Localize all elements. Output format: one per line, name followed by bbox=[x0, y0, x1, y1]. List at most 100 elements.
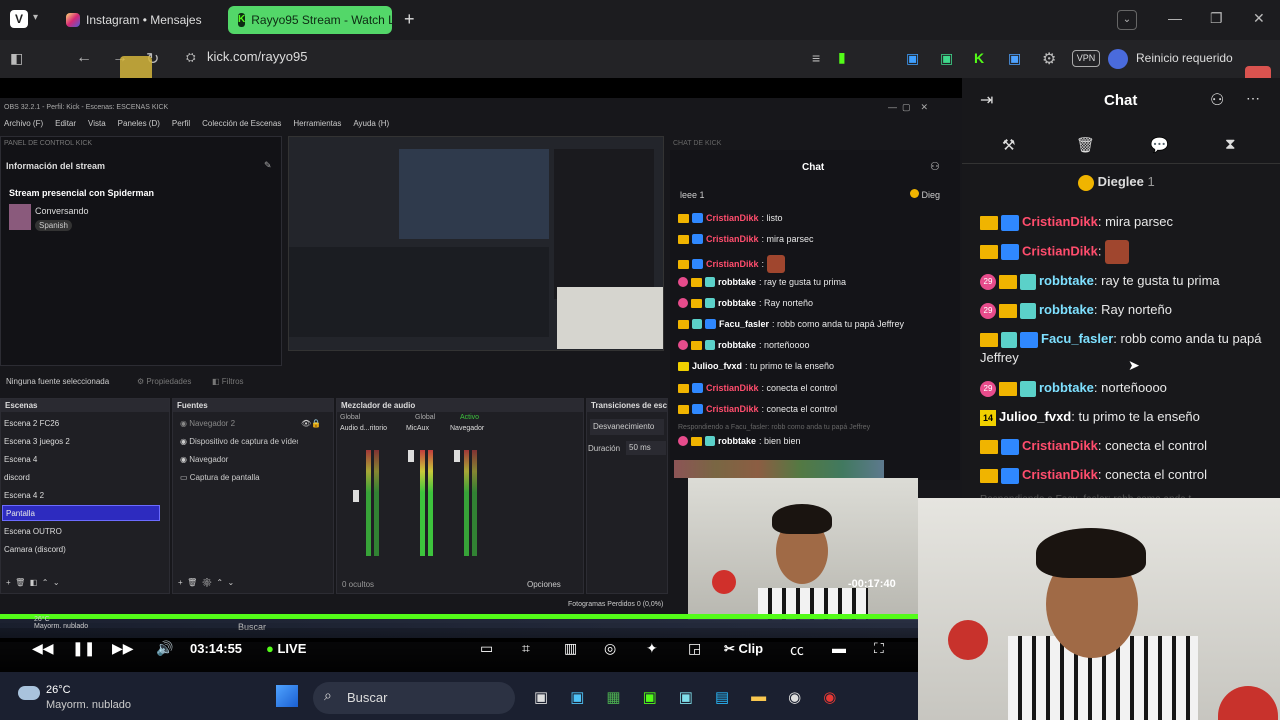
update-notice[interactable]: Reinicio requerido bbox=[1136, 51, 1233, 65]
task-view-icon[interactable]: ▣ bbox=[534, 688, 548, 706]
theater-icon[interactable]: ▭ bbox=[480, 640, 493, 657]
extension-1-icon[interactable]: ▣ bbox=[906, 50, 919, 67]
clip-button[interactable]: ✂ Clip bbox=[724, 641, 763, 657]
pinned-user[interactable]: Dieglee 1 bbox=[1078, 174, 1155, 191]
collapse-chat-icon[interactable]: ⇥ bbox=[980, 90, 993, 110]
menu-item[interactable]: Ayuda (H) bbox=[353, 119, 389, 128]
trash-icon[interactable]: 🗑 bbox=[1076, 136, 1095, 154]
tab-kick-stream[interactable]: K Rayyo95 Stream - Watch Li bbox=[228, 6, 392, 34]
extension-3-icon[interactable]: ▣ bbox=[1008, 50, 1021, 67]
crop-icon[interactable]: ⌗ bbox=[522, 640, 530, 657]
scene-item[interactable]: Escena 4 2 bbox=[4, 491, 44, 500]
pause-icon[interactable]: ❚❚ bbox=[72, 640, 95, 657]
transition-select[interactable]: Desvanecimiento bbox=[590, 419, 664, 435]
weather-temp[interactable]: 26°C bbox=[46, 684, 71, 696]
scene-item[interactable]: Escena 4 bbox=[4, 455, 37, 464]
taskbar-apps[interactable]: ▣ ▣ ▦ ▣ ▣ ▤ ▬ ◉ ◉ bbox=[534, 688, 836, 706]
scene-item[interactable]: Escena 3 juegos 2 bbox=[4, 437, 70, 446]
audio-meter bbox=[464, 450, 469, 556]
taskbar-search[interactable]: Buscar bbox=[313, 682, 515, 714]
scene-item[interactable]: Camara (discord) bbox=[4, 545, 66, 554]
source-item[interactable]: ▭ Captura de pantalla bbox=[180, 473, 260, 482]
app-icon[interactable]: ▣ bbox=[570, 688, 584, 706]
duration-field[interactable]: 50 ms bbox=[626, 441, 666, 455]
source-item[interactable]: ◉ Navegador 2 bbox=[180, 419, 235, 428]
chevron-down-icon[interactable]: ▾ bbox=[33, 12, 38, 23]
theater-mode-icon[interactable]: ▬ bbox=[832, 640, 846, 656]
panel-toggle-icon[interactable]: ◧ bbox=[10, 50, 23, 67]
audio-meter bbox=[374, 450, 379, 556]
new-tab-icon[interactable]: + bbox=[404, 9, 415, 30]
volume-slider[interactable] bbox=[408, 450, 414, 462]
source-item[interactable]: ◉ Navegador bbox=[180, 455, 228, 464]
menu-item[interactable]: Paneles (D) bbox=[118, 119, 160, 128]
chat-message: CristianDikk: conecta el control bbox=[980, 436, 1270, 455]
menu-item[interactable]: Archivo (F) bbox=[4, 119, 43, 128]
obs-chat-title: Chat bbox=[802, 162, 825, 173]
menu-item[interactable]: Perfil bbox=[172, 119, 190, 128]
app-icon[interactable]: ▣ bbox=[643, 688, 657, 706]
properties-button[interactable]: ⚙ Propiedades bbox=[137, 377, 191, 386]
menu-item[interactable]: Herramientas bbox=[293, 119, 341, 128]
sources-toolbar[interactable]: + 🗑 ⚙ ⌃ ⌄ bbox=[178, 578, 234, 587]
menu-item[interactable]: Colección de Escenas bbox=[202, 119, 281, 128]
menu-item[interactable]: Editar bbox=[55, 119, 76, 128]
options-button[interactable]: Opciones bbox=[527, 580, 561, 589]
edit-icon[interactable]: ✎ bbox=[264, 160, 272, 171]
filters-button[interactable]: ◧ Filtros bbox=[212, 377, 244, 386]
vpn-button[interactable]: VPN bbox=[1072, 50, 1100, 67]
captions-icon[interactable]: ㏄ bbox=[790, 640, 804, 660]
fullscreen-icon[interactable]: ⛶ bbox=[874, 640, 884, 657]
stats-icon[interactable]: ▥ bbox=[564, 640, 577, 657]
scene-item[interactable]: discord bbox=[4, 473, 30, 482]
source-item[interactable]: ◉ Dispositivo de captura de vídeo bbox=[180, 437, 298, 446]
vivaldi-menu-icon[interactable]: V bbox=[10, 10, 28, 28]
app-icon[interactable]: ▣ bbox=[679, 688, 693, 706]
volume-slider[interactable] bbox=[353, 490, 359, 502]
extensions-icon[interactable]: ⚙ bbox=[1042, 49, 1056, 69]
browser-tab-bar: V ▾ Instagram • Mensajes K Rayyo95 Strea… bbox=[0, 0, 1280, 40]
scene-item[interactable]: Escena OUTRO bbox=[4, 527, 62, 536]
extension-2-icon[interactable]: ▣ bbox=[940, 50, 953, 67]
file-explorer-icon[interactable]: ▬ bbox=[751, 688, 766, 706]
speed-icon[interactable]: ◎ bbox=[604, 640, 616, 657]
more-icon[interactable]: ⋯ bbox=[1246, 90, 1260, 107]
obs-icon[interactable]: ◉ bbox=[788, 688, 801, 706]
visibility-icons[interactable]: 👁🔒 bbox=[301, 419, 321, 428]
weather-desc[interactable]: Mayorm. nublado bbox=[46, 699, 131, 711]
maximize-icon[interactable]: ❐ bbox=[1210, 10, 1223, 27]
minimize-icon[interactable]: — bbox=[1168, 10, 1182, 26]
obs-window-controls[interactable]: — ▢ ✕ bbox=[888, 102, 928, 113]
sparkle-icon[interactable]: ✦ bbox=[646, 640, 658, 657]
miniplayer-icon[interactable]: ◲ bbox=[688, 640, 701, 657]
rewind-icon[interactable]: ◀◀ bbox=[32, 640, 54, 657]
app-icon[interactable]: ▦ bbox=[606, 688, 620, 706]
tab-list-icon[interactable]: ⌄ bbox=[1117, 10, 1137, 30]
scene-item[interactable]: Escena 2 FC26 bbox=[4, 419, 59, 428]
menu-item[interactable]: Vista bbox=[88, 119, 106, 128]
tab-instagram[interactable]: Instagram • Mensajes bbox=[56, 6, 222, 34]
forward-icon[interactable]: ▶▶ bbox=[112, 640, 134, 657]
live-indicator[interactable]: ● LIVE bbox=[266, 641, 306, 656]
obs-chat-line: CristianDikk: mira parsec bbox=[678, 234, 814, 244]
timer-icon[interactable]: ⧗ bbox=[1225, 136, 1236, 153]
scene-item-selected[interactable]: Pantalla bbox=[2, 505, 160, 521]
url-field[interactable]: kick.com/rayyo95 bbox=[207, 49, 307, 64]
vivaldi-icon[interactable]: ◉ bbox=[823, 688, 836, 706]
users-icon[interactable]: ⚇ bbox=[1210, 90, 1224, 110]
bookmark-icon[interactable]: ▮ bbox=[838, 49, 846, 66]
scenes-toolbar[interactable]: + 🗑 ◧ ⌃ ⌄ bbox=[6, 578, 60, 587]
reader-icon[interactable]: ≡ bbox=[812, 50, 820, 66]
windows-start-icon[interactable] bbox=[276, 685, 298, 707]
back-icon[interactable]: ← bbox=[76, 49, 92, 67]
mod-hammer-icon[interactable]: ⚒ bbox=[1002, 136, 1015, 154]
app-icon[interactable]: ▤ bbox=[715, 688, 729, 706]
users-icon[interactable]: ⚇ bbox=[930, 160, 940, 173]
chat-bubble-icon[interactable]: 💬 bbox=[1150, 136, 1169, 154]
kick-extension-icon[interactable]: K bbox=[974, 50, 984, 66]
site-info-icon[interactable]: ⛭ bbox=[186, 50, 196, 65]
volume-slider[interactable] bbox=[454, 450, 460, 462]
emote-bar[interactable] bbox=[674, 460, 884, 478]
close-icon[interactable]: ✕ bbox=[1253, 10, 1265, 27]
volume-icon[interactable]: 🔊 bbox=[156, 640, 173, 657]
